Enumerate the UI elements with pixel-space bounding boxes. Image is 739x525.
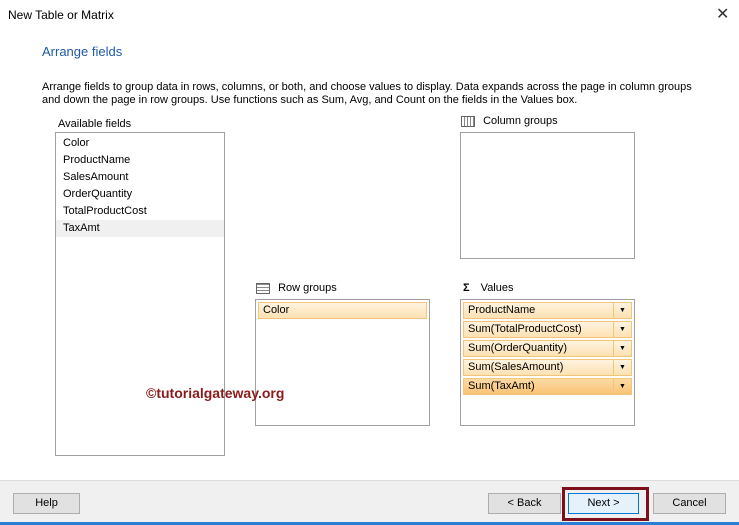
value-chip-label: Sum(OrderQuantity) <box>468 342 568 354</box>
value-chip[interactable]: Sum(TotalProductCost) ▼ <box>463 321 632 338</box>
list-item[interactable]: TotalProductCost <box>56 203 224 220</box>
values-box[interactable]: ProductName ▼ Sum(TotalProductCost) ▼ Sum(… <box>460 299 635 426</box>
value-chip-label: Sum(TotalProductCost) <box>468 323 582 335</box>
column-groups-label: Column groups <box>483 115 558 127</box>
cancel-button[interactable]: Cancel <box>653 493 726 514</box>
chevron-down-icon[interactable]: ▼ <box>613 341 631 356</box>
list-item[interactable]: ProductName <box>56 152 224 169</box>
value-chip[interactable]: Sum(TaxAmt) ▼ <box>463 378 632 395</box>
value-chip[interactable]: Sum(OrderQuantity) ▼ <box>463 340 632 357</box>
value-chip-label: Sum(SalesAmount) <box>468 361 564 373</box>
chevron-down-icon[interactable]: ▼ <box>613 379 631 394</box>
value-chip[interactable]: Sum(SalesAmount) ▼ <box>463 359 632 376</box>
chevron-down-icon[interactable]: ▼ <box>613 322 631 337</box>
list-item[interactable]: OrderQuantity <box>56 186 224 203</box>
values-header: Σ Values <box>463 282 514 294</box>
next-button[interactable]: Next > <box>568 493 639 514</box>
row-groups-box[interactable]: Color <box>255 299 430 426</box>
list-item[interactable]: Color <box>56 135 224 152</box>
value-chip-label: Sum(TaxAmt) <box>468 380 535 392</box>
watermark: ©tutorialgateway.org <box>146 385 285 401</box>
available-fields-list[interactable]: Color ProductName SalesAmount OrderQuant… <box>55 132 225 456</box>
list-item[interactable]: SalesAmount <box>56 169 224 186</box>
row-groups-icon <box>256 282 270 294</box>
sigma-icon: Σ <box>463 282 470 294</box>
back-button[interactable]: < Back <box>488 493 561 514</box>
help-button[interactable]: Help <box>13 493 80 514</box>
close-icon[interactable]: ✕ <box>716 4 729 24</box>
page-heading: Arrange fields <box>42 44 123 59</box>
values-label: Values <box>480 282 514 294</box>
column-groups-header: Column groups <box>461 115 558 127</box>
value-chip-label: ProductName <box>468 304 536 316</box>
window-title: New Table or Matrix <box>8 8 114 22</box>
page-description: Arrange fields to group data in rows, co… <box>42 81 692 106</box>
chevron-down-icon[interactable]: ▼ <box>613 360 631 375</box>
available-fields-label: Available fields <box>58 118 132 130</box>
list-item[interactable]: TaxAmt <box>56 220 224 237</box>
row-groups-label: Row groups <box>278 282 337 294</box>
column-groups-box[interactable] <box>460 132 635 259</box>
row-groups-header: Row groups <box>256 282 337 294</box>
chevron-down-icon[interactable]: ▼ <box>613 303 631 318</box>
value-chip[interactable]: ProductName ▼ <box>463 302 632 319</box>
column-groups-icon <box>461 115 475 127</box>
row-group-chip[interactable]: Color <box>258 302 427 319</box>
